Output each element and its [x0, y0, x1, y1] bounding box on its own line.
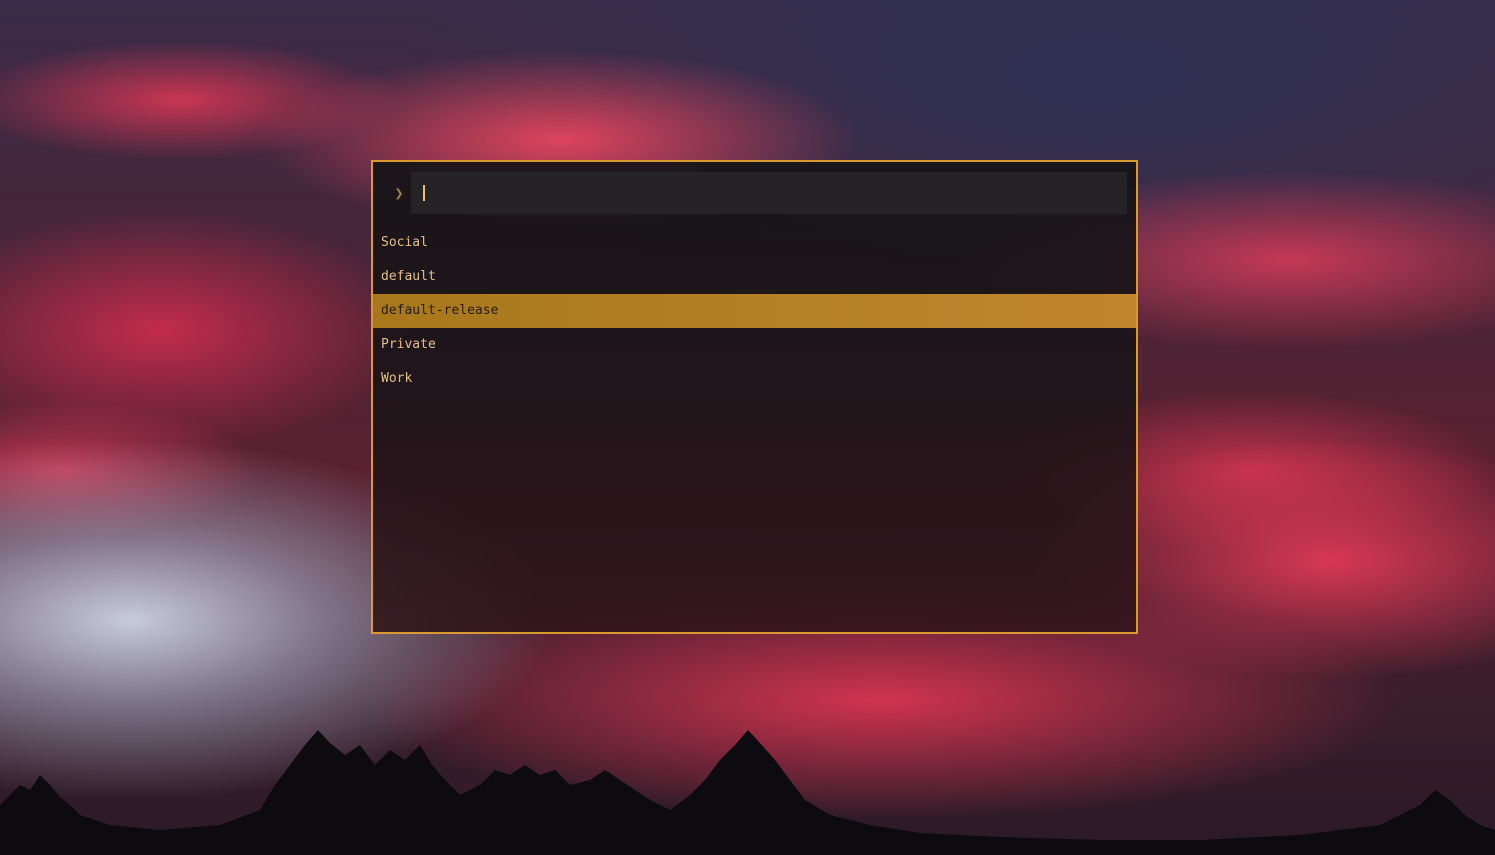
list-item-label: Work	[381, 371, 413, 386]
result-list: Social default default-release Private W…	[373, 226, 1136, 396]
list-item-social[interactable]: Social	[373, 226, 1136, 260]
list-item-work[interactable]: Work	[373, 362, 1136, 396]
list-item-label: Private	[381, 337, 436, 352]
list-item-label: default	[381, 269, 436, 284]
list-item-default[interactable]: default	[373, 260, 1136, 294]
list-item-label: Social	[381, 235, 428, 250]
list-item-label: default-release	[381, 303, 499, 318]
prompt-chevron-icon: ❯	[394, 184, 404, 202]
list-item-private[interactable]: Private	[373, 328, 1136, 362]
text-caret	[423, 185, 425, 201]
search-input[interactable]	[411, 172, 1127, 214]
desktop-wallpaper: ❯ Social default default-release Private…	[0, 0, 1495, 855]
tree-silhouettes	[0, 730, 1495, 855]
search-row: ❯	[373, 172, 1136, 214]
list-item-default-release[interactable]: default-release	[373, 294, 1136, 328]
launcher-window: ❯ Social default default-release Private…	[371, 160, 1138, 634]
